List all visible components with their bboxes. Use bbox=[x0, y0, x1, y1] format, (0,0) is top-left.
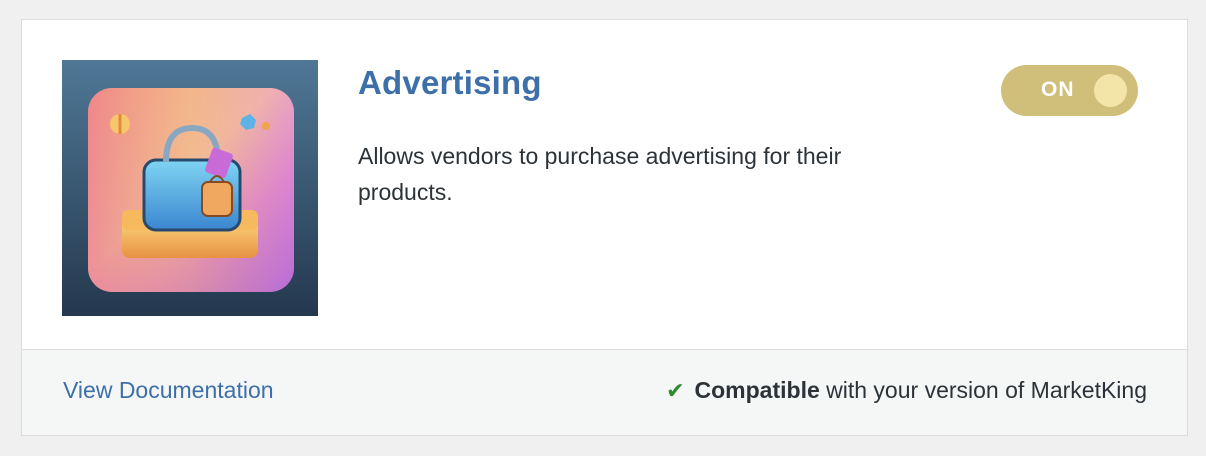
toggle-label: ON bbox=[1041, 78, 1075, 101]
module-card-footer: View Documentation ✔ Compatible with your… bbox=[22, 349, 1187, 435]
module-image bbox=[62, 60, 318, 316]
module-card-body: Advertising Allows vendors to purchase a… bbox=[22, 20, 1187, 351]
module-description: Allows vendors to purchase advertising f… bbox=[358, 143, 842, 205]
toggle-knob[interactable] bbox=[1094, 74, 1127, 107]
compatibility-status: ✔ Compatible with your version of MarketK… bbox=[666, 377, 1147, 404]
compatibility-strong: Compatible bbox=[694, 377, 820, 403]
module-card: Advertising Allows vendors to purchase a… bbox=[21, 19, 1188, 436]
check-icon: ✔ bbox=[666, 379, 685, 404]
module-toggle[interactable]: ON bbox=[1001, 65, 1138, 116]
shopping-bag-icon bbox=[62, 60, 318, 316]
compatibility-text: with your version of MarketKing bbox=[819, 377, 1147, 403]
module-title: Advertising bbox=[358, 64, 542, 101]
view-documentation-link[interactable]: View Documentation bbox=[63, 377, 274, 404]
